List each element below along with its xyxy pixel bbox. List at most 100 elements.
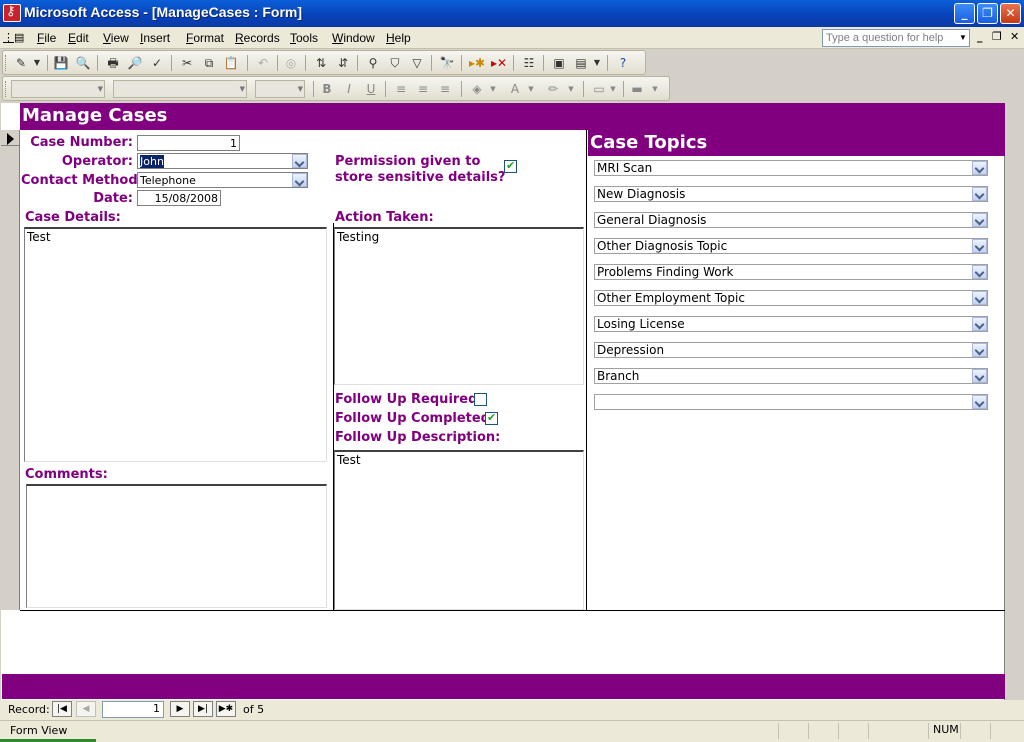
chevron-down-icon[interactable]: ▼ <box>563 81 579 97</box>
restore-button[interactable]: ❐ <box>977 3 998 24</box>
operator-combo[interactable]: John <box>137 153 308 169</box>
topic-combo-5[interactable]: Problems Finding Work <box>594 264 988 280</box>
font-name-combo[interactable]: ▼ <box>113 80 247 98</box>
permission-checkbox[interactable] <box>504 159 517 173</box>
find-icon[interactable]: 🔭 <box>439 55 455 71</box>
underline-icon[interactable]: U <box>363 81 379 97</box>
topic-combo-8[interactable]: Depression <box>594 342 988 358</box>
help-search-input[interactable]: Type a question for help ▼ <box>822 29 970 47</box>
chevron-down-icon[interactable]: ▼ <box>647 81 663 97</box>
chevron-down-icon[interactable] <box>972 317 987 331</box>
print-icon[interactable]: 🖶 <box>105 55 121 71</box>
chevron-down-icon[interactable] <box>972 265 987 279</box>
close-button[interactable]: ✕ <box>1000 3 1021 24</box>
italic-icon[interactable]: I <box>341 81 357 97</box>
bold-icon[interactable]: B <box>319 81 335 97</box>
minimize-button[interactable]: _ <box>954 3 975 24</box>
delete-record-icon[interactable]: ▸✕ <box>491 55 507 71</box>
new-object-icon[interactable]: ▤ <box>573 55 589 71</box>
toolbar-grip[interactable] <box>5 55 8 71</box>
menu-tools[interactable]: Tools <box>290 31 318 45</box>
access-key-icon[interactable] <box>3 4 21 22</box>
special-effect-icon[interactable]: ▬ <box>629 81 645 97</box>
chevron-down-icon[interactable]: ▼ <box>240 81 245 97</box>
print-preview-icon[interactable]: 🔎 <box>127 55 143 71</box>
save-icon[interactable]: 💾 <box>53 55 69 71</box>
properties-icon[interactable]: ☷ <box>521 55 537 71</box>
chevron-down-icon[interactable]: ▼ <box>298 81 303 97</box>
chevron-down-icon[interactable]: ▼ <box>589 55 605 71</box>
database-window-icon[interactable]: ▣ <box>551 55 567 71</box>
spelling-icon[interactable]: ✓ <box>149 55 165 71</box>
chevron-down-icon[interactable]: ▼ <box>98 81 103 97</box>
copy-icon[interactable]: ⧉ <box>201 55 217 71</box>
sort-descending-icon[interactable]: ⇵ <box>335 55 351 71</box>
chevron-down-icon[interactable] <box>972 395 987 409</box>
chevron-down-icon[interactable] <box>292 154 307 168</box>
comments-textarea[interactable] <box>26 484 327 608</box>
previous-record-button[interactable]: ◀ <box>76 701 96 717</box>
align-right-icon[interactable]: ≡ <box>437 81 453 97</box>
toolbar-grip[interactable] <box>5 81 8 97</box>
filter-by-form-icon[interactable]: ⛉ <box>387 55 403 71</box>
align-center-icon[interactable]: ≡ <box>415 81 431 97</box>
new-record-icon[interactable]: ▸✱ <box>469 55 485 71</box>
menu-insert[interactable]: Insert <box>140 31 170 45</box>
paste-icon[interactable]: 📋 <box>223 55 239 71</box>
apply-filter-icon[interactable]: ▽ <box>409 55 425 71</box>
record-selector[interactable] <box>1 130 20 610</box>
topic-combo-6[interactable]: Other Employment Topic <box>594 290 988 306</box>
action-taken-textarea[interactable]: Testing <box>334 227 584 385</box>
align-left-icon[interactable]: ≡ <box>393 81 409 97</box>
font-size-combo[interactable]: ▼ <box>255 80 305 98</box>
chevron-down-icon[interactable]: ▼ <box>605 81 621 97</box>
next-record-button[interactable]: ▶ <box>170 701 190 717</box>
mdi-restore-button[interactable]: ❐ <box>992 30 1002 43</box>
object-combo[interactable]: ▼ <box>11 80 105 98</box>
menu-format[interactable]: Format <box>186 31 224 45</box>
chevron-down-icon[interactable] <box>972 161 987 175</box>
topic-combo-9[interactable]: Branch <box>594 368 988 384</box>
chevron-down-icon[interactable] <box>972 291 987 305</box>
line-color-icon[interactable]: ✏ <box>545 81 561 97</box>
topic-combo-3[interactable]: General Diagnosis <box>594 212 988 228</box>
chevron-down-icon[interactable]: ▼ <box>29 55 45 71</box>
hyperlink-icon[interactable]: ◎ <box>283 55 299 71</box>
chevron-down-icon[interactable]: ▼ <box>523 81 539 97</box>
chevron-down-icon[interactable] <box>972 343 987 357</box>
menu-window[interactable]: Window <box>332 31 375 45</box>
chevron-down-icon[interactable] <box>972 213 987 227</box>
help-icon[interactable]: ? <box>615 55 631 71</box>
topic-combo-2[interactable]: New Diagnosis <box>594 186 988 202</box>
filter-by-selection-icon[interactable]: ⚲ <box>365 55 381 71</box>
menu-edit[interactable]: Edit <box>68 31 89 45</box>
new-record-button[interactable]: ▶✱ <box>216 701 236 717</box>
contact-method-combo[interactable]: Telephone <box>137 172 308 188</box>
date-field[interactable]: 15/08/2008 <box>137 190 221 206</box>
menu-view[interactable]: View <box>103 31 129 45</box>
last-record-button[interactable]: ▶| <box>193 701 213 717</box>
chevron-down-icon[interactable] <box>292 173 307 187</box>
chevron-down-icon[interactable] <box>972 239 987 253</box>
fill-color-icon[interactable]: ◈ <box>469 81 485 97</box>
menu-help[interactable]: Help <box>386 31 411 45</box>
topic-combo-10[interactable] <box>594 394 988 410</box>
file-search-icon[interactable]: 🔍 <box>75 55 91 71</box>
current-record-field[interactable]: 1 <box>102 701 164 718</box>
view-design-icon[interactable]: ✎ <box>13 55 29 71</box>
font-color-icon[interactable]: A <box>507 81 523 97</box>
mdi-minimize-button[interactable]: _ <box>977 30 983 43</box>
menu-records[interactable]: Records <box>235 31 280 45</box>
mdi-close-button[interactable]: ✕ <box>1010 30 1019 43</box>
chevron-down-icon[interactable]: ▼ <box>957 30 969 46</box>
current-record-cell[interactable] <box>1 130 20 146</box>
topic-combo-7[interactable]: Losing License <box>594 316 988 332</box>
cut-icon[interactable]: ✂ <box>179 55 195 71</box>
menu-file[interactable]: File <box>37 31 56 45</box>
topic-combo-1[interactable]: MRI Scan <box>594 160 988 176</box>
follow-up-required-checkbox[interactable] <box>474 393 487 406</box>
topic-combo-4[interactable]: Other Diagnosis Topic <box>594 238 988 254</box>
chevron-down-icon[interactable] <box>972 187 987 201</box>
chevron-down-icon[interactable]: ▼ <box>485 81 501 97</box>
first-record-button[interactable]: |◀ <box>52 701 72 717</box>
